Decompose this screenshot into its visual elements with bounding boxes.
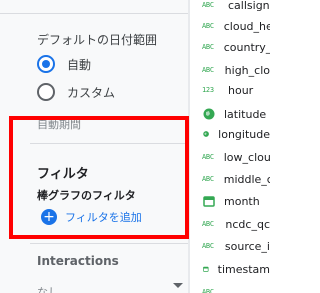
auto-period-label: 自動期間: [37, 118, 81, 131]
globe-icon: [203, 108, 215, 120]
text-type-icon: ABC: [202, 242, 214, 250]
field-name: latitude: [224, 107, 267, 121]
field-name: month: [224, 194, 260, 208]
dropdown-caret-icon[interactable]: [173, 283, 183, 288]
field-name: cloud_he: [223, 19, 270, 33]
filter-heading: フィルタ: [37, 167, 89, 182]
field-name: country_: [223, 40, 270, 54]
bar-chart-filter-label: 棒グラフのフィルタ: [37, 189, 136, 202]
globe-icon: [203, 131, 209, 137]
radio-unchecked-icon[interactable]: [37, 83, 55, 101]
field-item[interactable]: ABC: [190, 280, 270, 293]
field-name: middle_c: [223, 172, 270, 186]
field-name: callsign: [228, 0, 270, 12]
calendar-icon: [203, 266, 209, 272]
text-type-icon: ABC: [202, 22, 214, 30]
radio-custom[interactable]: カスタム: [37, 82, 115, 102]
text-type-icon: ABC: [202, 220, 214, 228]
field-item[interactable]: longitude: [190, 122, 270, 146]
field-name: low_clou: [223, 150, 270, 164]
add-filter-button[interactable]: + フィルタを追加: [41, 207, 142, 227]
field-item[interactable]: ABC low_clou: [190, 145, 270, 169]
field-item[interactable]: ABC source_i: [190, 234, 270, 258]
number-type-icon: 123: [202, 86, 214, 94]
interactions-heading: Interactions: [37, 254, 119, 268]
field-item[interactable]: month: [190, 189, 270, 213]
section-divider: [30, 143, 188, 144]
field-name: ncdc_qc: [225, 217, 270, 231]
field-name: hour: [228, 83, 254, 97]
radio-checked-icon[interactable]: [37, 55, 55, 73]
field-list: ABC callsign ABC cloud_he ABC country_ A…: [190, 0, 270, 293]
add-circle-icon[interactable]: +: [41, 209, 57, 225]
text-type-icon: ABC: [202, 153, 214, 161]
text-type-icon: ABC: [202, 1, 214, 9]
radio-custom-label: カスタム: [67, 85, 116, 100]
text-type-icon: ABC: [202, 288, 214, 293]
text-type-icon: ABC: [202, 43, 214, 51]
interactions-select[interactable]: なし: [37, 281, 185, 293]
interactions-select-value: なし: [37, 286, 59, 293]
field-name: timestam: [217, 262, 270, 276]
field-item[interactable]: ABC country_: [190, 35, 270, 59]
calendar-icon: [203, 196, 215, 207]
field-item[interactable]: ABC ncdc_qc: [190, 212, 270, 236]
radio-auto-label: 自動: [67, 57, 92, 72]
field-name: longitude: [218, 127, 270, 141]
field-name: source_i: [224, 239, 270, 253]
date-range-title: デフォルトの日付範囲: [37, 33, 158, 47]
field-item[interactable]: 123 hour: [190, 78, 270, 102]
panel-top-edge: [0, 0, 188, 14]
text-type-icon: ABC: [202, 66, 214, 74]
properties-panel: デフォルトの日付範囲 自動 カスタム 自動期間 フィルタ 棒グラフのフィルタ +…: [0, 0, 190, 293]
field-item[interactable]: timestam: [190, 257, 270, 281]
add-filter-label[interactable]: フィルタを追加: [65, 209, 142, 225]
radio-auto[interactable]: 自動: [37, 54, 91, 74]
section-divider: [30, 243, 188, 244]
text-type-icon: ABC: [202, 175, 214, 183]
field-item[interactable]: ABC middle_c: [190, 167, 270, 191]
field-name: high_clo: [224, 63, 270, 77]
